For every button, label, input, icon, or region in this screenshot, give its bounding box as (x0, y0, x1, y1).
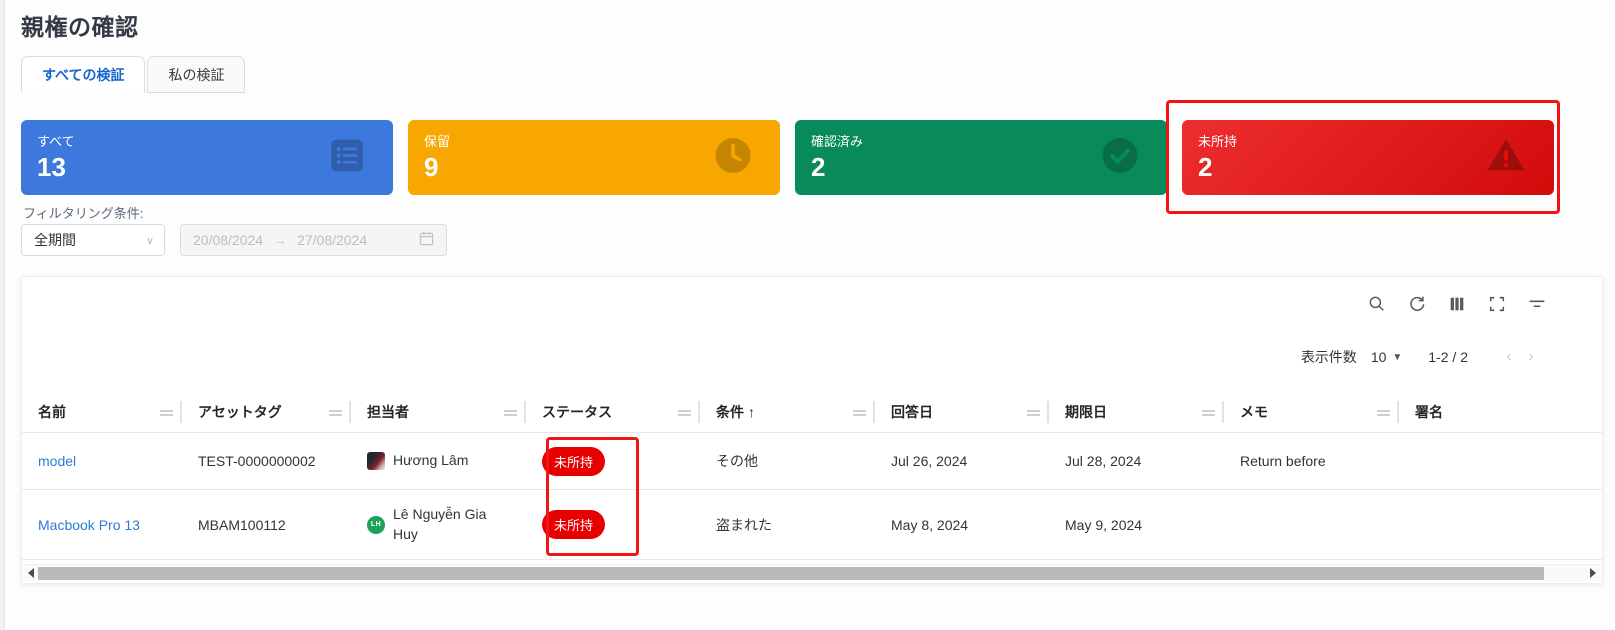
status-badge: 未所持 (542, 510, 605, 539)
column-header-status[interactable]: ステータス (526, 391, 700, 432)
asset-link[interactable]: Macbook Pro 13 (38, 517, 140, 533)
cell-answer-date: May 8, 2024 (875, 490, 1049, 559)
period-select-value: 全期間 (34, 230, 76, 250)
scroll-left-arrow[interactable] (28, 568, 34, 578)
list-icon (327, 135, 367, 180)
caret-down-icon: ▼ (1392, 352, 1402, 363)
drag-handle-icon[interactable] (678, 404, 691, 420)
status-badge: 未所持 (542, 447, 605, 476)
table-row: Macbook Pro 13 MBAM100112 LH Lê Nguyễn G… (22, 490, 1602, 560)
cell-status: 未所持 (526, 433, 700, 489)
drag-handle-icon[interactable] (1202, 404, 1215, 420)
pagination-range: 1-2 / 2 (1428, 349, 1468, 365)
cell-signature (1399, 433, 1602, 489)
columns-icon[interactable] (1448, 295, 1466, 313)
check-circle-icon (1099, 134, 1141, 181)
cell-signature (1399, 490, 1602, 559)
stat-card-confirmed[interactable]: 確認済み 2 (795, 120, 1167, 195)
column-header-due-date[interactable]: 期限日 (1049, 391, 1224, 432)
cell-due-date: Jul 28, 2024 (1049, 433, 1224, 489)
table-row: model TEST-0000000002 Hương Lâm 未所持 その他 … (22, 433, 1602, 490)
page-size-label: 表示件数 (1301, 347, 1357, 367)
stat-cards: すべて 13 保留 9 確認済み 2 未所持 2 (21, 120, 1554, 195)
cell-asset-tag: TEST-0000000002 (182, 433, 351, 489)
cell-assignee: LH Lê Nguyễn Gia Huy (351, 490, 526, 559)
column-header-signature[interactable]: 署名 (1399, 391, 1602, 432)
page-size-select[interactable]: 10 ▼ (1371, 349, 1402, 365)
next-page-button[interactable]: › (1520, 348, 1542, 366)
card-value: 13 (37, 152, 377, 183)
scroll-right-arrow[interactable] (1590, 568, 1596, 578)
drag-handle-icon[interactable] (329, 404, 342, 420)
horizontal-scrollbar (22, 564, 1602, 581)
cell-name: model (22, 433, 182, 489)
table-toolbar (1368, 295, 1546, 313)
cell-status: 未所持 (526, 490, 700, 559)
column-header-name[interactable]: 名前 (22, 391, 182, 432)
verification-table-panel: 表示件数 10 ▼ 1-2 / 2 ‹ › 名前 アセットタグ 担当者 ステータ… (21, 276, 1603, 584)
chevron-down-icon: ∨ (146, 234, 154, 247)
column-header-memo[interactable]: メモ (1224, 391, 1399, 432)
drag-handle-icon[interactable] (853, 404, 866, 420)
tabbar: すべての検証 私の検証 (21, 56, 247, 93)
column-header-asset-tag[interactable]: アセットタグ (182, 391, 351, 432)
filter-icon[interactable] (1528, 295, 1546, 313)
date-to: 27/08/2024 (297, 232, 367, 248)
scrollbar-thumb[interactable] (38, 567, 1544, 580)
warning-icon (1484, 133, 1528, 182)
stat-card-not-possessed[interactable]: 未所持 2 (1182, 120, 1554, 195)
stat-card-pending[interactable]: 保留 9 (408, 120, 780, 195)
drag-handle-icon[interactable] (504, 404, 517, 420)
avatar (367, 452, 385, 470)
cell-memo (1224, 490, 1399, 559)
table-header: 名前 アセットタグ 担当者 ステータス 条件 ↑ 回答日 期限日 (22, 391, 1602, 433)
tab-all-verifications[interactable]: すべての検証 (21, 56, 145, 93)
period-select[interactable]: 全期間 ∨ (21, 224, 165, 256)
table-body: model TEST-0000000002 Hương Lâm 未所持 その他 … (22, 433, 1602, 560)
avatar: LH (367, 516, 385, 534)
drag-handle-icon[interactable] (160, 404, 173, 420)
column-header-assignee[interactable]: 担当者 (351, 391, 526, 432)
date-range-picker[interactable]: 20/08/2024 → 27/08/2024 (180, 224, 447, 256)
search-icon[interactable] (1368, 295, 1386, 313)
cell-memo: Return before (1224, 433, 1399, 489)
drag-handle-icon[interactable] (1027, 404, 1040, 420)
cell-condition: 盗まれた (700, 490, 875, 559)
cell-asset-tag: MBAM100112 (182, 490, 351, 559)
reload-icon[interactable] (1408, 295, 1426, 313)
cell-condition: その他 (700, 433, 875, 489)
fullscreen-icon[interactable] (1488, 295, 1506, 313)
calendar-icon (419, 231, 434, 249)
prev-page-button[interactable]: ‹ (1498, 348, 1520, 366)
sort-ascending-icon: ↑ (748, 404, 755, 420)
tab-my-verifications[interactable]: 私の検証 (147, 56, 245, 93)
left-edge-strip (0, 0, 5, 630)
cell-due-date: May 9, 2024 (1049, 490, 1224, 559)
card-label: すべて (37, 131, 377, 150)
column-header-answer-date[interactable]: 回答日 (875, 391, 1049, 432)
drag-handle-icon[interactable] (1377, 404, 1390, 420)
filter-label: フィルタリング条件: (23, 203, 143, 222)
asset-link[interactable]: model (38, 453, 76, 469)
page-size-value: 10 (1371, 349, 1387, 365)
pagination: 表示件数 10 ▼ 1-2 / 2 ‹ › (1301, 347, 1542, 367)
cell-answer-date: Jul 26, 2024 (875, 433, 1049, 489)
stat-card-all[interactable]: すべて 13 (21, 120, 393, 195)
page-title: 親権の確認 (21, 8, 139, 42)
cell-name: Macbook Pro 13 (22, 490, 182, 559)
clock-icon (712, 134, 754, 181)
date-from: 20/08/2024 (193, 232, 263, 248)
arrow-right-icon: → (273, 232, 287, 248)
column-header-condition[interactable]: 条件 ↑ (700, 391, 875, 432)
cell-assignee: Hương Lâm (351, 433, 526, 489)
